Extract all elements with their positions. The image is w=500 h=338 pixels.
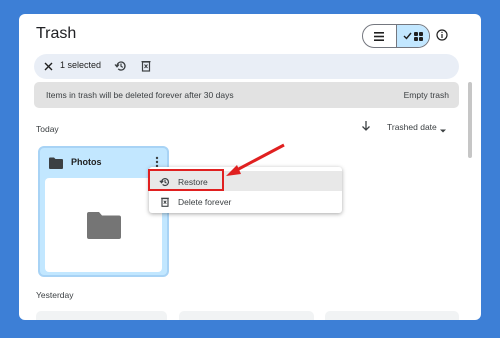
grid-view-icon	[413, 31, 423, 41]
restore-button[interactable]	[114, 59, 128, 73]
file-card[interactable]	[325, 311, 459, 320]
delete-forever-button[interactable]	[139, 59, 153, 73]
folder-icon	[49, 156, 63, 169]
info-button[interactable]	[432, 25, 452, 45]
section-label-yesterday: Yesterday	[36, 290, 74, 300]
section-label-today: Today	[36, 124, 59, 134]
trash-notice-text: Items in trash will be deleted forever a…	[46, 90, 234, 100]
clear-selection-button[interactable]	[41, 59, 55, 73]
folder-preview-icon	[87, 211, 121, 239]
file-card[interactable]	[179, 311, 314, 320]
grid-view-button[interactable]	[395, 25, 429, 47]
list-view-button[interactable]	[363, 25, 396, 47]
scrollbar[interactable]	[468, 82, 472, 158]
sort-direction-button[interactable]	[361, 119, 371, 131]
menu-item-label: Delete forever	[178, 197, 232, 207]
file-card[interactable]	[36, 311, 167, 320]
delete-icon	[159, 195, 171, 207]
menu-item-delete-forever[interactable]: Delete forever	[149, 191, 342, 211]
file-preview	[45, 178, 162, 272]
selection-bar: 1 selected	[34, 54, 459, 79]
selection-count: 1 selected	[60, 60, 102, 70]
page-title: Trash	[36, 25, 77, 42]
sort-by-button[interactable]: Trashed date	[387, 122, 437, 132]
restore-icon	[114, 61, 126, 71]
view-toggle[interactable]	[362, 24, 430, 48]
close-icon	[44, 62, 52, 70]
check-icon	[403, 32, 412, 40]
delete-icon	[141, 61, 151, 72]
drive-trash-window: Trash 1 selected Items in trash will be …	[19, 14, 481, 320]
empty-trash-button[interactable]: Empty trash	[404, 90, 449, 100]
arrow-down-icon	[362, 121, 370, 131]
info-icon	[436, 29, 448, 41]
highlight-box	[148, 169, 224, 191]
caret-down-icon	[439, 122, 447, 133]
file-name: Photos	[71, 157, 102, 167]
list-view-icon	[374, 31, 385, 41]
trash-notice-banner: Items in trash will be deleted forever a…	[34, 82, 459, 108]
